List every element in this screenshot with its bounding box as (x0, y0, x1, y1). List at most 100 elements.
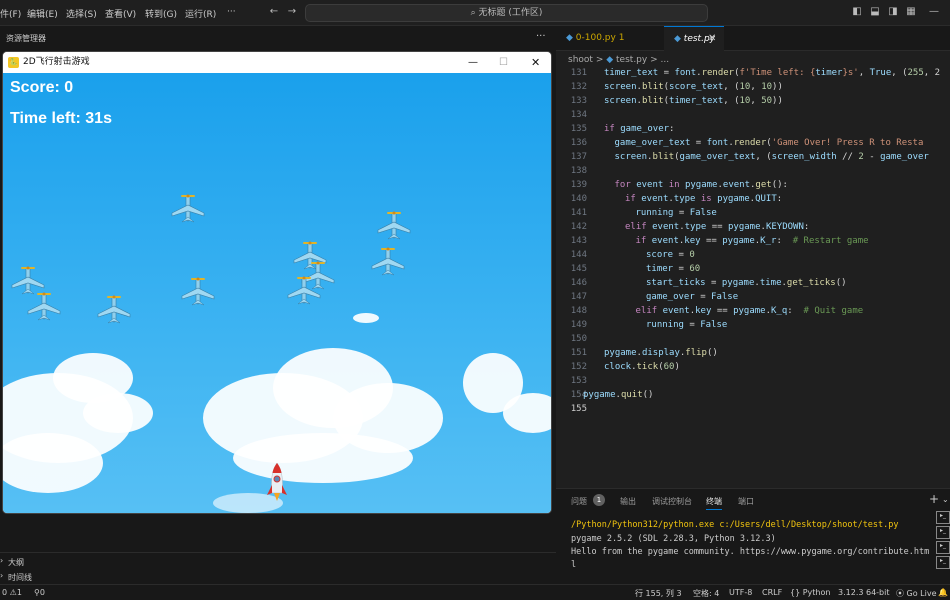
line-number: 150 (570, 334, 587, 344)
menu-run[interactable]: 运行(R) (185, 7, 216, 20)
ports-status[interactable]: ⚲0 (34, 588, 45, 597)
enemy-plane (287, 276, 321, 305)
command-center-search[interactable]: ⌕ 无标题 (工作区) (305, 4, 708, 22)
cloud (353, 313, 379, 323)
errors-status[interactable]: 0 ⚠1 (2, 588, 22, 597)
code-line[interactable]: 150 (556, 332, 950, 346)
breadcrumb-symbol[interactable]: ... (661, 55, 670, 65)
go-live-button[interactable]: ⦿ Go Live (896, 588, 937, 599)
line-number: 132 (570, 82, 587, 92)
more-actions-icon[interactable]: ··· (536, 31, 546, 42)
line-ending[interactable]: CRLF (762, 588, 782, 597)
forward-arrow-icon[interactable]: → (286, 6, 298, 18)
code-line[interactable]: 143 if event.key == pygame.K_r: # Restart… (556, 234, 950, 248)
maximize-icon[interactable]: ☐ (499, 52, 508, 73)
code-text: elif event.key == pygame.K_q: # Quit gam… (635, 306, 864, 316)
game-window-title: 2D飞行射击游戏 (23, 57, 90, 67)
code-line[interactable]: 137 screen.blit(game_over_text, (screen_w… (556, 150, 950, 164)
tab-debug-console[interactable]: 调试控制台 (652, 496, 692, 507)
code-line[interactable]: 144 score = 0 (556, 248, 950, 262)
code-line[interactable]: 138 (556, 164, 950, 178)
code-line[interactable]: 135 if game_over: (556, 122, 950, 136)
menu-more[interactable]: ··· (227, 7, 236, 17)
code-line[interactable]: 139 for event in pygame.event.get(): (556, 178, 950, 192)
chevron-down-icon[interactable]: ⌄ (942, 495, 949, 504)
close-icon[interactable]: ✕ (531, 52, 540, 73)
braces-icon: {} (790, 588, 803, 597)
python-file-icon: ◆ (566, 33, 576, 43)
terminal-instance-icon[interactable]: ▸_ (936, 526, 950, 539)
line-number: 144 (570, 250, 587, 260)
code-line[interactable]: 154 pygame.quit() (556, 388, 950, 402)
code-line[interactable]: 132 screen.blit(score_text, (10, 10)) (556, 80, 950, 94)
code-text: elif event.type == pygame.KEYDOWN: (625, 222, 810, 232)
code-line[interactable]: 152 clock.tick(60) (556, 360, 950, 374)
tab-0-100[interactable]: ◆ 0-100.py 1 (556, 26, 664, 51)
bottom-panel: 问题 1 输出 调试控制台 终端 端口 + ⌄ /Python/Python31… (556, 488, 950, 584)
code-line[interactable]: 155 (556, 402, 950, 416)
errors-count: 0 (2, 588, 8, 597)
go-live-label: Go Live (906, 589, 937, 598)
code-text: for event in pygame.event.get(): (614, 180, 788, 190)
language-mode[interactable]: {} Python (790, 588, 830, 597)
layout-icon[interactable]: ▦ (905, 6, 917, 18)
close-tab-icon[interactable]: ✕ (708, 33, 716, 44)
new-terminal-icon[interactable]: + (929, 492, 939, 506)
code-line[interactable]: 149 running = False (556, 318, 950, 332)
toggle-secondary-sidebar-icon[interactable]: ◨ (887, 6, 899, 18)
breadcrumb-folder[interactable]: shoot (568, 55, 593, 65)
timeline-header[interactable]: 时间线 (8, 572, 32, 583)
code-line[interactable]: 140 if event.type is pygame.QUIT: (556, 192, 950, 206)
enemy-plane (371, 247, 405, 276)
minimize-icon[interactable]: — (928, 6, 940, 18)
minimize-icon[interactable]: — (468, 52, 478, 73)
toggle-panel-icon[interactable]: ⬓ (869, 6, 881, 18)
code-line[interactable]: 145 timer = 60 (556, 262, 950, 276)
code-line[interactable]: 136 game_over_text = font.render('Game Ov… (556, 136, 950, 150)
tab-output[interactable]: 输出 (620, 496, 636, 507)
code-line[interactable]: 153 (556, 374, 950, 388)
toggle-sidebar-icon[interactable]: ◧ (851, 6, 863, 18)
code-line[interactable]: 134 (556, 108, 950, 122)
menu-view[interactable]: 查看(V) (105, 7, 136, 20)
code-text: if event.type is pygame.QUIT: (625, 194, 783, 204)
line-number: 148 (570, 306, 587, 316)
menu-go[interactable]: 转到(G) (145, 7, 177, 20)
terminal-instance-icon[interactable]: ▸_ (936, 511, 950, 524)
code-text: if event.key == pygame.K_r: # Restart ga… (635, 236, 869, 246)
code-line[interactable]: 151 pygame.display.flip() (556, 346, 950, 360)
code-line[interactable]: 146 start_ticks = pygame.time.get_ticks() (556, 276, 950, 290)
menu-edit[interactable]: 编辑(E) (27, 7, 58, 20)
menu-select[interactable]: 选择(S) (66, 7, 97, 20)
terminal-line: Hello from the pygame community. https:/… (571, 547, 930, 557)
code-line[interactable]: 133 screen.blit(timer_text, (10, 50)) (556, 94, 950, 108)
tab-terminal[interactable]: 终端 (706, 496, 722, 510)
tab-ports[interactable]: 端口 (738, 496, 754, 507)
line-number: 155 (570, 404, 587, 414)
outline-header[interactable]: 大纲 (8, 557, 24, 568)
back-arrow-icon[interactable]: ← (268, 6, 280, 18)
terminal-instance-icon[interactable]: ▸_ (936, 556, 950, 569)
code-line[interactable]: 142 elif event.type == pygame.KEYDOWN: (556, 220, 950, 234)
breadcrumb-file[interactable]: test.py (616, 55, 647, 65)
menu-file[interactable]: 件(F) (0, 7, 21, 20)
enemy-plane (171, 194, 205, 223)
code-line[interactable]: 147 game_over = False (556, 290, 950, 304)
tab-problems[interactable]: 问题 (571, 496, 587, 507)
code-line[interactable]: 141 running = False (556, 206, 950, 220)
encoding[interactable]: UTF-8 (729, 588, 752, 597)
code-line[interactable]: 148 elif event.key == pygame.K_q: # Quit … (556, 304, 950, 318)
terminal-instance-icon[interactable]: ▸_ (936, 541, 950, 554)
ports-count: 0 (39, 588, 45, 597)
player-rocket[interactable] (265, 461, 289, 503)
code-text: score = 0 (646, 250, 695, 260)
language-label: Python (802, 588, 831, 597)
cursor-position[interactable]: 行 155, 列 3 (635, 588, 682, 599)
python-interpreter[interactable]: 3.12.3 64-bit (838, 588, 890, 597)
python-file-icon: ◆ (606, 55, 614, 65)
line-number: 137 (570, 152, 587, 162)
game-canvas[interactable]: Score: 0 Time left: 31s (3, 73, 551, 513)
notifications-icon[interactable]: 🔔 (938, 588, 948, 597)
indentation[interactable]: 空格: 4 (693, 588, 719, 599)
code-line[interactable]: 131 timer_text = font.render(f'Time left:… (556, 66, 950, 80)
